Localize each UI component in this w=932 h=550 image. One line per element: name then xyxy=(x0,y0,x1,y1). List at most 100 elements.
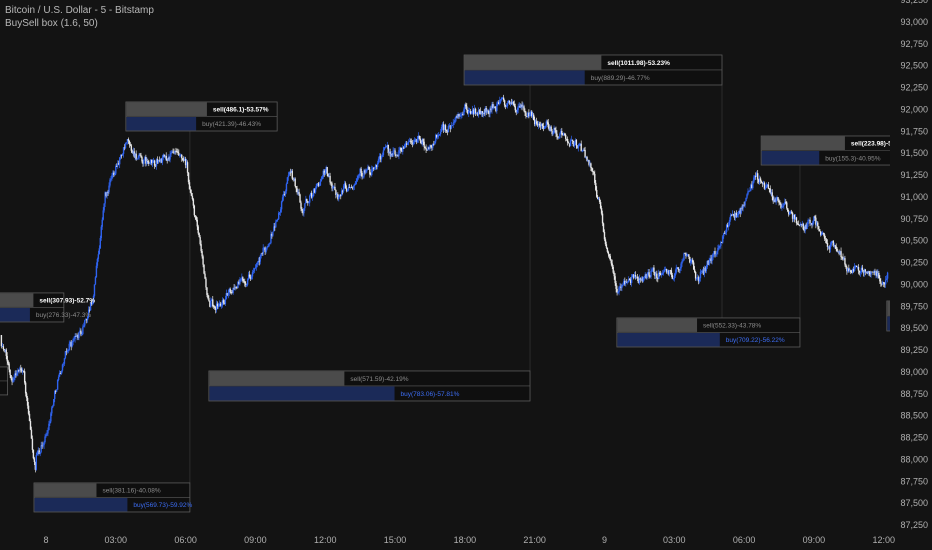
candle xyxy=(32,449,35,459)
candle xyxy=(407,141,410,143)
candle xyxy=(330,182,332,184)
candle xyxy=(694,271,697,279)
candle xyxy=(207,294,209,299)
candle xyxy=(262,247,264,254)
candle xyxy=(277,219,279,220)
candle xyxy=(708,261,710,265)
candle xyxy=(7,361,9,364)
candle xyxy=(840,251,842,258)
candle xyxy=(125,142,128,144)
price-tick-label: 91,000 xyxy=(900,192,928,202)
candle xyxy=(578,144,580,146)
candle xyxy=(253,268,256,271)
candle xyxy=(680,263,682,269)
candle xyxy=(279,209,282,213)
price-tick-label: 88,750 xyxy=(900,389,928,399)
candle xyxy=(573,141,576,147)
candle xyxy=(294,178,296,187)
buysell-box: sell(223.98)-59.05%buy(155.3)-40.95% xyxy=(760,135,910,166)
symbol-title[interactable]: Bitcoin / U.S. Dollar - 5 - Bitstamp xyxy=(5,4,154,17)
buy-volume-bar xyxy=(617,332,720,347)
candlestick-chart[interactable]: sell(307.93)-52.7% buy(276.33)-47.3% sell(… xyxy=(0,0,932,550)
candle xyxy=(422,139,424,142)
price-tick-label: 88,250 xyxy=(900,433,928,443)
time-tick-label: 03:00 xyxy=(105,535,128,545)
candle xyxy=(627,281,629,283)
candle xyxy=(326,167,328,175)
candle xyxy=(352,186,355,188)
indicator-label[interactable]: BuySell box (1.6, 50) xyxy=(5,17,154,30)
candle xyxy=(535,121,538,124)
candle xyxy=(575,139,578,146)
candle xyxy=(73,338,75,340)
price-tick-label: 87,250 xyxy=(900,520,928,530)
candle xyxy=(94,277,97,285)
candle xyxy=(612,266,614,273)
candle xyxy=(49,421,51,424)
candle xyxy=(44,436,46,443)
buy-volume-bar xyxy=(464,70,585,85)
candle xyxy=(690,260,692,263)
candle xyxy=(255,264,258,268)
candle xyxy=(779,202,781,204)
candle xyxy=(829,244,832,250)
candle xyxy=(550,126,552,131)
candle xyxy=(285,183,288,192)
candle xyxy=(771,192,773,197)
candle xyxy=(517,106,519,111)
candle xyxy=(596,196,599,199)
candle xyxy=(614,276,616,284)
candle xyxy=(320,179,323,182)
candle xyxy=(196,219,198,227)
candle xyxy=(404,144,406,148)
candle xyxy=(400,147,402,151)
candle xyxy=(398,150,400,156)
candle xyxy=(62,363,65,365)
candle xyxy=(68,343,70,351)
candle xyxy=(71,341,73,347)
candle xyxy=(199,237,201,245)
candle xyxy=(451,125,453,126)
candle xyxy=(790,211,793,213)
candle xyxy=(301,208,303,211)
candle xyxy=(259,255,261,262)
candle xyxy=(595,182,597,190)
sell-label: sell(571.59)-42.19% xyxy=(350,376,408,383)
candle xyxy=(884,279,887,285)
candle xyxy=(57,376,60,380)
candle xyxy=(653,267,655,273)
time-tick-label: 09:00 xyxy=(244,535,267,545)
candle xyxy=(692,259,694,263)
candle xyxy=(777,197,779,201)
candle xyxy=(577,145,580,149)
candle xyxy=(376,162,379,168)
candle xyxy=(525,112,527,117)
candle xyxy=(832,240,835,246)
candle xyxy=(692,262,695,270)
candle xyxy=(783,204,785,206)
candle xyxy=(303,208,305,214)
price-tick-label: 92,000 xyxy=(900,104,928,114)
candle xyxy=(371,169,373,176)
candle xyxy=(630,276,633,283)
candle xyxy=(35,455,38,470)
candle xyxy=(824,238,827,240)
candle xyxy=(679,268,681,271)
candle xyxy=(683,253,685,261)
candle xyxy=(278,212,281,213)
candle xyxy=(188,182,191,190)
candle xyxy=(311,196,314,198)
candle xyxy=(802,223,804,230)
candle xyxy=(590,163,592,168)
candle xyxy=(613,272,615,277)
candle xyxy=(868,271,870,273)
price-tick-label: 90,500 xyxy=(900,236,928,246)
candle xyxy=(458,113,460,117)
sell-volume-bar xyxy=(126,102,207,116)
sell-volume-bar xyxy=(209,371,345,386)
candle xyxy=(202,256,204,265)
candle xyxy=(8,363,10,370)
candle xyxy=(287,175,290,178)
candle xyxy=(161,157,164,163)
candle xyxy=(834,245,836,247)
